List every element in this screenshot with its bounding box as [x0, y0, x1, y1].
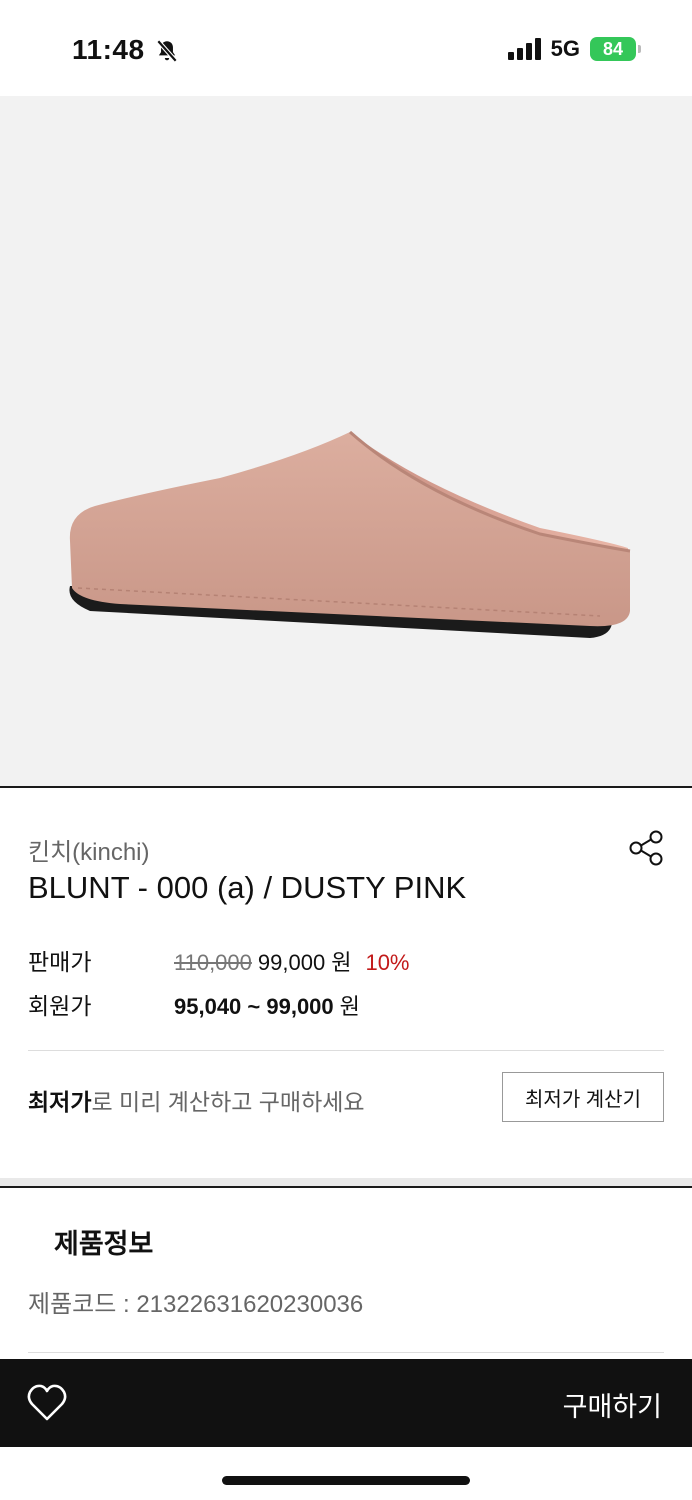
battery-level: 84	[602, 38, 624, 59]
bottom-purchase-bar: 구매하기	[0, 1359, 692, 1447]
member-price: 95,040 ~ 99,000	[174, 994, 334, 1019]
shoe-illustration	[69, 430, 631, 638]
section-separator	[0, 1178, 692, 1188]
buy-button[interactable]: 구매하기	[563, 1385, 662, 1424]
product-name: BLUNT - 000 (a) / DUSTY PINK	[28, 870, 467, 905]
heart-icon[interactable]	[26, 1383, 68, 1423]
member-price-row: 회원가 95,040 ~ 99,000 원	[28, 987, 360, 1021]
network-type: 5G	[550, 36, 580, 61]
divider	[28, 1050, 664, 1051]
divider	[28, 1352, 664, 1353]
product-image[interactable]	[0, 96, 692, 788]
status-indicators: 5G 84	[507, 36, 641, 62]
bell-slash-icon	[156, 39, 178, 63]
status-time: 11:48	[72, 34, 145, 65]
member-price-label: 회원가	[28, 993, 92, 1019]
currency-unit: 원	[331, 950, 352, 975]
sale-price: 99,000	[257, 950, 326, 975]
lowest-price-calculator-button[interactable]: 최저가 계산기	[502, 1072, 664, 1122]
lowest-price-rest: 로 미리 계산하고 구매하세요	[91, 1089, 365, 1115]
product-code: 제품코드 : 21322631620230036	[28, 1284, 363, 1319]
discount-rate: 10%	[365, 950, 410, 975]
battery-charging-icon: 84	[590, 37, 641, 61]
original-price: 110,000	[174, 950, 252, 975]
sale-price-row: 판매가 110,000 99,000 원 10%	[28, 943, 410, 977]
product-code-value: 21322631620230036	[136, 1291, 364, 1318]
home-indicator-area	[0, 1447, 692, 1500]
lowest-price-bold: 최저가	[28, 1089, 92, 1115]
share-icon[interactable]	[626, 828, 666, 868]
product-info-title: 제품정보	[54, 1229, 154, 1259]
status-bar: 11:48 5G 84	[0, 0, 692, 96]
brand-name[interactable]: 킨치(kinchi)	[28, 832, 150, 867]
lowest-price-prompt: 최저가로 미리 계산하고 구매하세요	[28, 1083, 365, 1117]
signal-icon	[507, 38, 541, 60]
product-code-label: 제품코드 :	[28, 1291, 137, 1318]
sale-price-label: 판매가	[28, 949, 92, 975]
currency-unit: 원	[339, 994, 360, 1019]
home-indicator[interactable]	[222, 1476, 470, 1485]
